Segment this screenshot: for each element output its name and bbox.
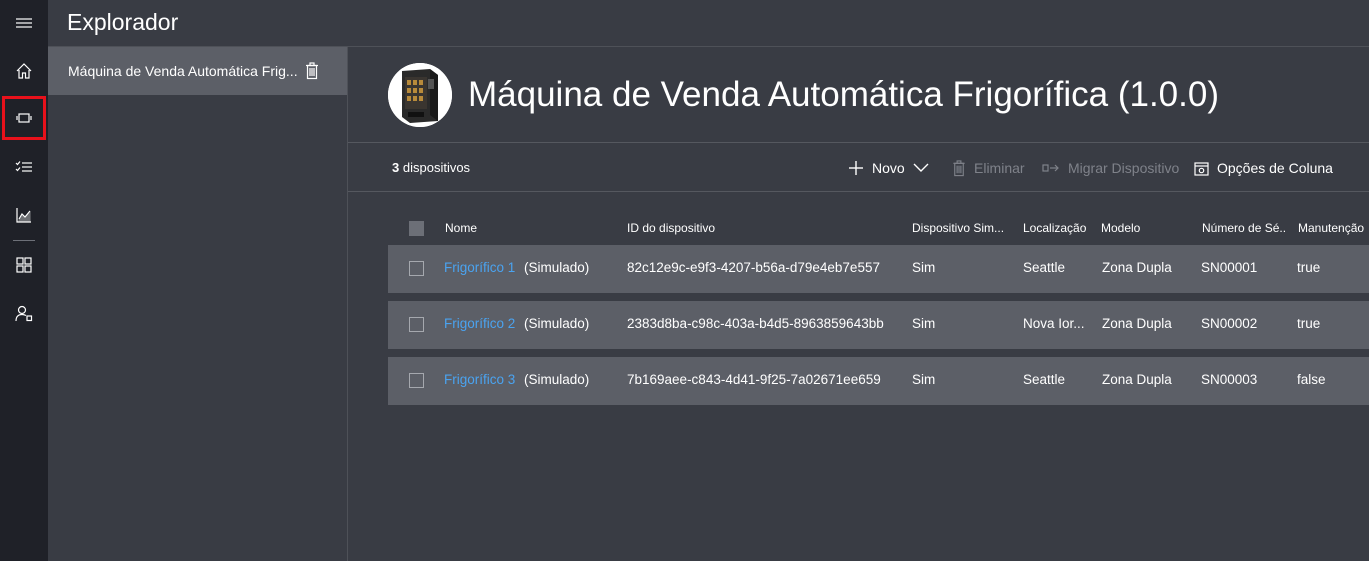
column-header-location[interactable]: Localização — [1023, 221, 1086, 235]
simulated-tag: (Simulado) — [524, 372, 590, 387]
device-id: 2383d8ba-c98c-403a-b4d5-8963859643bb — [627, 316, 884, 331]
migrate-icon — [1042, 164, 1059, 172]
column-header-serial[interactable]: Número de Sé... — [1202, 221, 1286, 235]
device-template-title: Máquina de Venda Automática Frigorífica … — [468, 75, 1219, 114]
device-name-link[interactable]: Frigorífico 2 — [444, 316, 515, 331]
column-options-button[interactable]: Opções de Coluna — [1194, 157, 1333, 179]
plus-icon — [849, 161, 863, 175]
top-bar: Explorador — [48, 0, 1369, 47]
migrate-device-button[interactable]: Migrar Dispositivo — [1042, 157, 1179, 179]
device-id: 82c12e9c-e9f3-4207-b56a-d79e4eb7e557 — [627, 260, 880, 275]
device-count-number: 3 — [392, 160, 400, 175]
maintenance-value: true — [1297, 316, 1321, 331]
device-count-label: dispositivos — [402, 160, 471, 175]
model-value: Zona Dupla — [1102, 260, 1172, 275]
vending-machine-image — [388, 63, 452, 127]
model-value: Zona Dupla — [1102, 316, 1172, 331]
column-options-icon — [1194, 161, 1209, 176]
serial-value: SN00002 — [1201, 316, 1258, 331]
delete-button-label: Eliminar — [974, 160, 1025, 176]
column-header-device-id[interactable]: ID do dispositivo — [627, 221, 715, 235]
row-checkbox[interactable] — [409, 261, 424, 276]
device-name-link[interactable]: Frigorífico 3 — [444, 372, 515, 387]
rules-icon[interactable] — [0, 144, 48, 190]
new-button[interactable]: Novo — [848, 157, 929, 179]
simulated-value: Sim — [912, 316, 936, 331]
location-value: Seattle — [1023, 372, 1066, 387]
column-header-simulated[interactable]: Dispositivo Sim... — [912, 221, 1008, 235]
location-value: Seattle — [1023, 260, 1066, 275]
template-item-selected[interactable]: Máquina de Venda Automática Frig... — [48, 47, 347, 95]
simulated-value: Sim — [912, 372, 936, 387]
simulated-tag: (Simulado) — [524, 260, 590, 275]
simulated-value: Sim — [912, 260, 936, 275]
table-header: Nome ID do dispositivo Dispositivo Sim..… — [388, 212, 1369, 245]
device-id: 7b169aee-c843-4d41-9f25-7a02671ee659 — [627, 372, 881, 387]
row-checkbox[interactable] — [409, 373, 424, 388]
column-header-model[interactable]: Modelo — [1101, 221, 1140, 235]
device-count: 3 dispositivos — [392, 160, 470, 175]
device-template-list: Máquina de Venda Automática Frig... — [48, 47, 348, 561]
home-icon[interactable] — [0, 48, 48, 94]
serial-value: SN00001 — [1201, 260, 1258, 275]
new-button-label: Novo — [872, 160, 905, 176]
devices-icon[interactable] — [2, 96, 46, 140]
column-header-maintenance[interactable]: Manutenção — [1298, 221, 1364, 235]
main-content: Máquina de Venda Automática Frigorífica … — [348, 47, 1369, 561]
table-row[interactable]: Frigorífico 2 (Simulado) 2383d8ba-c98c-4… — [388, 301, 1369, 349]
table-row[interactable]: Frigorífico 3 (Simulado) 7b169aee-c843-4… — [388, 357, 1369, 405]
page-title: Explorador — [67, 9, 179, 35]
template-item-label: Máquina de Venda Automática Frig... — [68, 63, 298, 79]
serial-value: SN00003 — [1201, 372, 1258, 387]
device-header: Máquina de Venda Automática Frigorífica … — [348, 47, 1369, 143]
row-checkbox[interactable] — [409, 317, 424, 332]
location-value: Nova Ior... — [1023, 316, 1085, 331]
chevron-down-icon — [913, 163, 929, 172]
trash-icon[interactable] — [305, 62, 319, 80]
column-options-label: Opções de Coluna — [1217, 160, 1333, 176]
dashboard-icon[interactable] — [0, 242, 48, 288]
analytics-icon[interactable] — [0, 192, 48, 238]
maintenance-value: true — [1297, 260, 1321, 275]
devices-table: Nome ID do dispositivo Dispositivo Sim..… — [388, 212, 1369, 413]
trash-icon — [953, 159, 965, 176]
admin-icon[interactable] — [0, 290, 48, 336]
hamburger-menu-icon[interactable] — [0, 0, 48, 46]
nav-rail — [0, 0, 48, 561]
select-all-checkbox[interactable] — [409, 221, 424, 236]
delete-button[interactable]: Eliminar — [952, 157, 1025, 179]
migrate-device-label: Migrar Dispositivo — [1068, 160, 1180, 176]
table-row[interactable]: Frigorífico 1 (Simulado) 82c12e9c-e9f3-4… — [388, 245, 1369, 293]
column-header-name[interactable]: Nome — [445, 221, 477, 235]
rail-divider — [13, 240, 35, 241]
toolbar: 3 dispositivos Novo Eliminar Migrar Disp… — [348, 144, 1369, 192]
device-name-link[interactable]: Frigorífico 1 — [444, 260, 515, 275]
maintenance-value: false — [1297, 372, 1326, 387]
simulated-tag: (Simulado) — [524, 316, 590, 331]
model-value: Zona Dupla — [1102, 372, 1172, 387]
